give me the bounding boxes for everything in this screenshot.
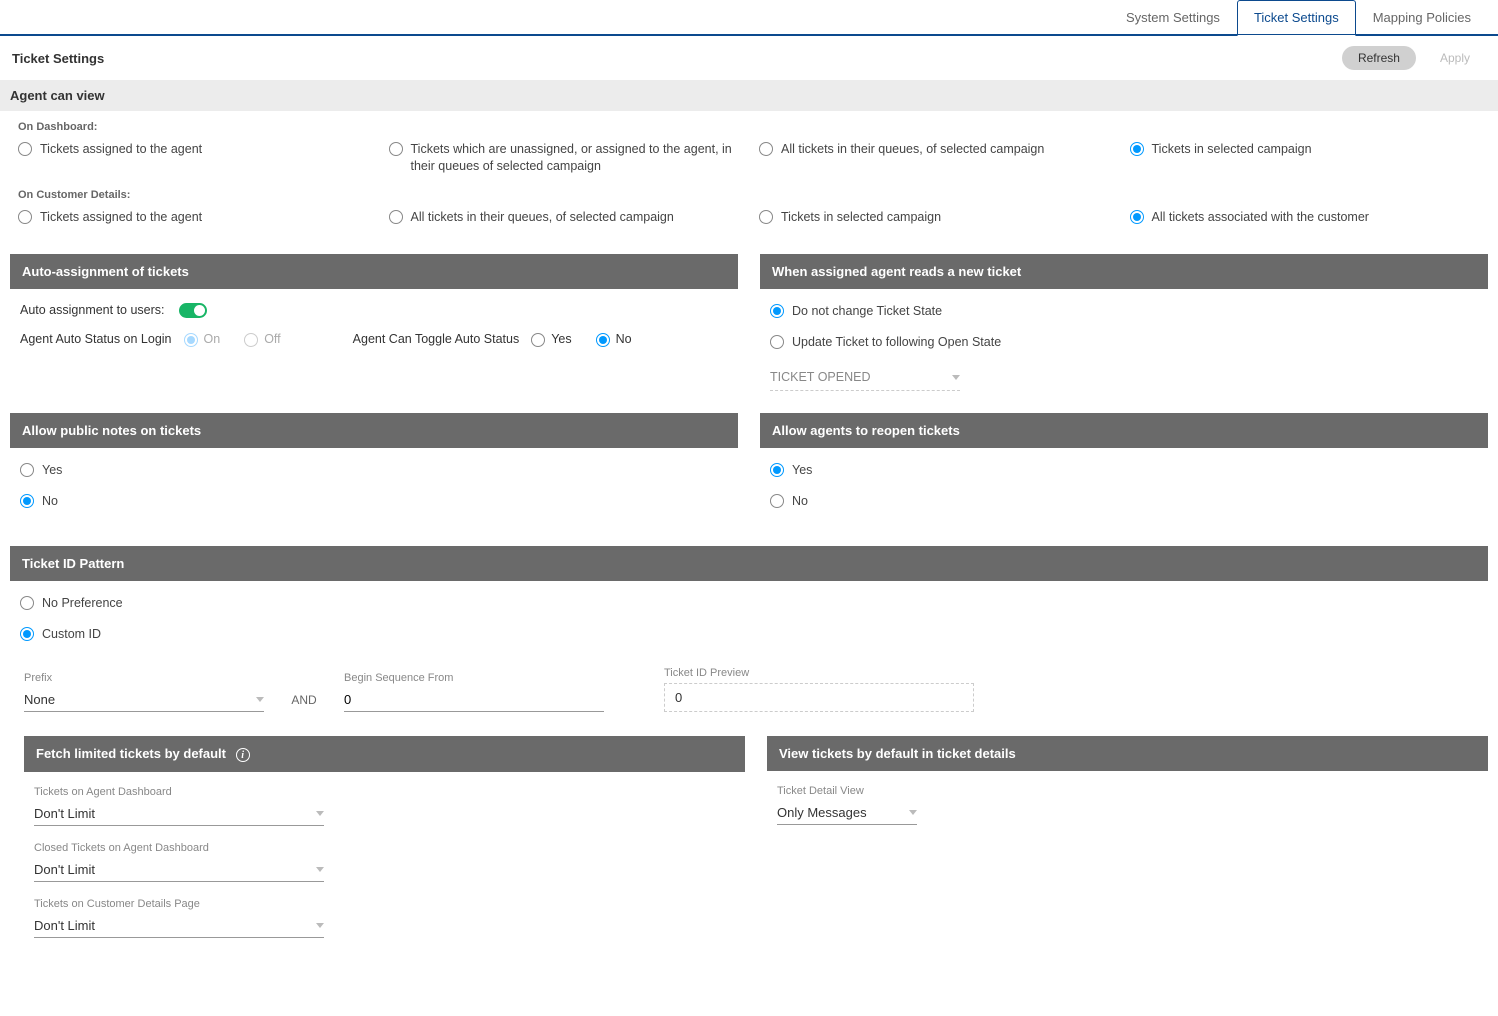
tab-mapping-policies[interactable]: Mapping Policies	[1356, 0, 1488, 34]
dashboard-radio-all-queues[interactable]	[759, 142, 773, 156]
preview-value: 0	[664, 683, 974, 712]
dashboard-radio-unassigned[interactable]	[389, 142, 403, 156]
do-not-change-radio[interactable]	[770, 304, 784, 318]
no-preference-label: No Preference	[42, 595, 123, 612]
reopen-no-label: No	[792, 493, 808, 510]
fetch-limited-header: Fetch limited tickets by default i	[24, 736, 745, 773]
public-notes-no-radio[interactable]	[20, 494, 34, 508]
tab-system-settings[interactable]: System Settings	[1109, 0, 1237, 34]
page-title: Ticket Settings	[12, 51, 104, 66]
agent-dashboard-select[interactable]: Don't Limit	[34, 802, 324, 826]
dashboard-radio-all-queues-label: All tickets in their queues, of selected…	[781, 141, 1044, 158]
toggle-status-no-label: No	[616, 332, 632, 346]
prefix-select[interactable]: None	[24, 688, 264, 712]
reopen-yes-radio[interactable]	[770, 463, 784, 477]
fetch-limited-header-text: Fetch limited tickets by default	[36, 746, 226, 761]
begin-seq-label: Begin Sequence From	[344, 672, 604, 684]
customer-radio-all-queues-label: All tickets in their queues, of selected…	[411, 209, 674, 226]
subheader: Ticket Settings Refresh Apply	[0, 36, 1498, 80]
closed-dashboard-value: Don't Limit	[34, 862, 95, 877]
chevron-down-icon	[256, 697, 264, 702]
agent-dashboard-value: Don't Limit	[34, 806, 95, 821]
update-to-radio[interactable]	[770, 335, 784, 349]
and-label: AND	[274, 693, 334, 712]
begin-seq-input[interactable]	[344, 688, 604, 712]
detail-view-value: Only Messages	[777, 805, 867, 820]
detail-view-select[interactable]: Only Messages	[777, 801, 917, 825]
customer-radio-all-associated[interactable]	[1130, 210, 1144, 224]
dashboard-radio-unassigned-label: Tickets which are unassigned, or assigne…	[411, 141, 740, 175]
reopen-header: Allow agents to reopen tickets	[760, 413, 1488, 448]
preview-label: Ticket ID Preview	[664, 667, 974, 679]
chevron-down-icon	[316, 867, 324, 872]
auto-assignment-label: Auto assignment to users:	[20, 303, 165, 317]
public-notes-no-label: No	[42, 493, 58, 510]
open-state-select: TICKET OPENED	[770, 364, 960, 391]
toggle-status-no-radio[interactable]	[596, 333, 610, 347]
customer-page-value: Don't Limit	[34, 918, 95, 933]
customer-page-select[interactable]: Don't Limit	[34, 914, 324, 938]
closed-dashboard-select[interactable]: Don't Limit	[34, 858, 324, 882]
customer-page-label: Tickets on Customer Details Page	[34, 898, 324, 910]
dashboard-radio-assigned-label: Tickets assigned to the agent	[40, 141, 202, 158]
apply-button[interactable]: Apply	[1424, 46, 1486, 70]
closed-dashboard-label: Closed Tickets on Agent Dashboard	[34, 842, 324, 854]
view-default-header: View tickets by default in ticket detail…	[767, 736, 1488, 771]
public-notes-yes-radio[interactable]	[20, 463, 34, 477]
reopen-yes-label: Yes	[792, 462, 812, 479]
open-state-value: TICKET OPENED	[770, 370, 870, 384]
do-not-change-label: Do not change Ticket State	[792, 303, 942, 320]
public-notes-yes-label: Yes	[42, 462, 62, 479]
custom-id-label: Custom ID	[42, 626, 101, 643]
agent-can-view-header: Agent can view	[0, 80, 1498, 111]
auto-assignment-toggle[interactable]	[179, 303, 207, 318]
chevron-down-icon	[316, 923, 324, 928]
info-icon[interactable]: i	[236, 748, 250, 762]
auto-status-off-label: Off	[264, 332, 280, 346]
auto-status-off-radio	[244, 333, 258, 347]
customer-radio-assigned-label: Tickets assigned to the agent	[40, 209, 202, 226]
assigned-reads-header: When assigned agent reads a new ticket	[760, 254, 1488, 289]
toggle-status-yes-radio[interactable]	[531, 333, 545, 347]
detail-view-label: Ticket Detail View	[777, 785, 917, 797]
chevron-down-icon	[909, 810, 917, 815]
update-to-label: Update Ticket to following Open State	[792, 334, 1001, 351]
dashboard-radio-selected-campaign-label: Tickets in selected campaign	[1152, 141, 1312, 158]
refresh-button[interactable]: Refresh	[1342, 46, 1416, 70]
tab-ticket-settings[interactable]: Ticket Settings	[1237, 0, 1356, 36]
toggle-status-yes-label: Yes	[551, 332, 571, 346]
ticket-id-pattern-header: Ticket ID Pattern	[10, 546, 1488, 581]
prefix-value: None	[24, 692, 55, 707]
customer-radio-all-associated-label: All tickets associated with the customer	[1152, 209, 1369, 226]
top-tabs: System Settings Ticket Settings Mapping …	[0, 0, 1498, 36]
dashboard-radio-selected-campaign[interactable]	[1130, 142, 1144, 156]
prefix-label: Prefix	[24, 672, 264, 684]
agent-dashboard-label: Tickets on Agent Dashboard	[34, 786, 324, 798]
reopen-no-radio[interactable]	[770, 494, 784, 508]
customer-radio-all-queues[interactable]	[389, 210, 403, 224]
custom-id-radio[interactable]	[20, 627, 34, 641]
dashboard-radio-assigned[interactable]	[18, 142, 32, 156]
auto-status-on-label: On	[204, 332, 221, 346]
customer-radio-selected-campaign-label: Tickets in selected campaign	[781, 209, 941, 226]
on-dashboard-label: On Dashboard:	[18, 121, 1480, 133]
customer-radio-assigned[interactable]	[18, 210, 32, 224]
agent-auto-status-label: Agent Auto Status on Login	[20, 332, 172, 346]
chevron-down-icon	[316, 811, 324, 816]
public-notes-header: Allow public notes on tickets	[10, 413, 738, 448]
no-preference-radio[interactable]	[20, 596, 34, 610]
agent-toggle-label: Agent Can Toggle Auto Status	[353, 332, 520, 346]
auto-assign-header: Auto-assignment of tickets	[10, 254, 738, 289]
chevron-down-icon	[952, 375, 960, 380]
auto-status-on-radio	[184, 333, 198, 347]
on-customer-label: On Customer Details:	[18, 189, 1480, 201]
customer-radio-selected-campaign[interactable]	[759, 210, 773, 224]
